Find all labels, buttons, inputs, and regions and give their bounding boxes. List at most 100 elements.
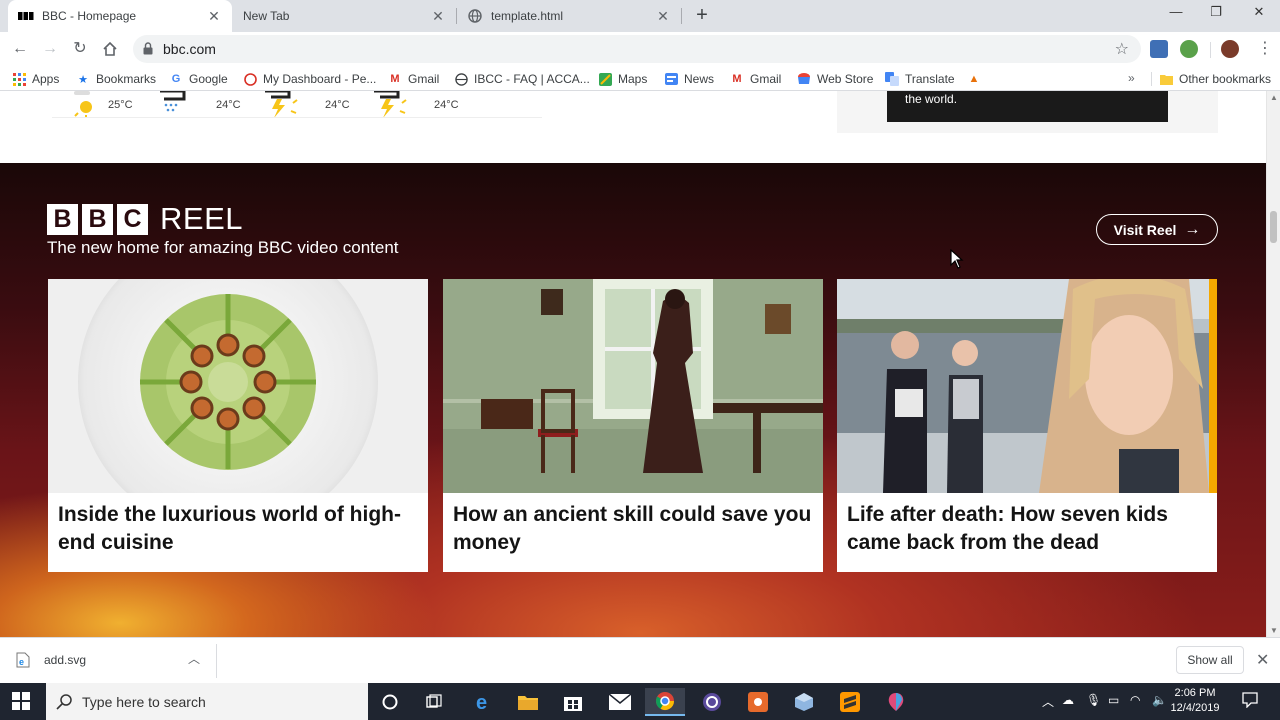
weather-temp: 24°C [434,99,459,111]
bookmark-apps[interactable]: Apps [12,70,59,88]
star-icon: ★ [78,73,88,86]
taskbar-search[interactable]: Type here to search [46,683,368,720]
bookmark-gmail-2[interactable]: M Gmail [730,70,781,88]
lock-icon [143,42,153,55]
bookmark-google[interactable]: G Google [169,70,228,88]
bookmark-bookmarks[interactable]: ★ Bookmarks [76,70,156,88]
promo-dark-block[interactable]: the world. [887,91,1168,122]
close-tab-icon[interactable]: ✕ [430,8,446,24]
minimize-button[interactable]: — [1164,4,1188,24]
store-icon[interactable] [553,688,593,716]
bookmark-label: Bookmarks [96,72,157,86]
tray-chevron-icon[interactable]: ︿ [1042,693,1054,710]
gmail-icon: M [732,73,742,85]
apps-grid-icon [12,72,26,86]
scroll-up-icon[interactable]: ▲ [1270,93,1278,102]
windows-start-icon[interactable] [12,692,30,710]
bookmark-translate[interactable]: Translate [885,70,955,88]
svg-text:e: e [19,657,24,667]
restore-button[interactable]: ❐ [1204,4,1228,24]
file-ie-icon: e [16,652,30,668]
forward-button[interactable]: → [38,38,62,60]
back-button[interactable]: ← [8,38,32,60]
clock-time: 2:06 PM [1174,687,1216,699]
bookmark-ibcc[interactable]: IBCC - FAQ | ACCA... [454,70,590,88]
cortana-icon[interactable] [370,688,410,716]
close-tab-icon[interactable]: ✕ [206,8,222,24]
extension-shield-icon[interactable] [1150,40,1168,58]
card-headline[interactable]: How an ancient skill could save you mone… [453,501,813,557]
reel-card[interactable]: Inside the luxurious world of high-end c… [48,279,428,572]
microphone-icon[interactable]: 🎙 [1086,693,1101,707]
close-window-button[interactable]: ✕ [1247,4,1271,24]
mail-icon[interactable] [600,688,640,716]
profile-avatar[interactable] [1221,40,1239,58]
app-orange-icon[interactable] [738,688,778,716]
tab-bbc-homepage[interactable]: BBC - Homepage ✕ [8,0,232,32]
bookmark-news[interactable]: News [664,70,714,88]
close-tab-icon[interactable]: ✕ [655,8,671,24]
arrow-right-icon: → [1184,220,1201,238]
chevron-up-icon[interactable]: ︿ [188,650,200,667]
visit-reel-button[interactable]: Visit Reel → [1096,214,1218,245]
card-headline[interactable]: Inside the luxurious world of high-end c… [58,501,418,557]
bookmark-other[interactable]: Other bookmarks [1159,70,1271,88]
bookmark-label: My Dashboard - Pe... [263,72,377,86]
app-balloon-icon[interactable] [876,688,916,716]
download-item[interactable]: e add.svg [16,652,86,668]
card-headline[interactable]: Life after death: How seven kids came ba… [847,501,1207,557]
new-tab-button[interactable]: + [692,5,712,26]
bbc-reel-section: B B C REEL The new home for amazing BBC … [0,163,1266,637]
bookmark-label: Web Store [817,72,874,86]
app-cube-icon[interactable] [784,688,824,716]
news-icon [664,72,678,86]
home-button[interactable] [98,38,122,60]
edge-icon[interactable]: e [463,688,503,716]
app-swirl-icon[interactable] [692,688,732,716]
rain-cloud-icon [160,91,186,112]
extension-globe-icon[interactable] [1180,40,1198,58]
notification-center-icon[interactable] [1242,692,1258,708]
globe-icon [467,8,483,24]
file-explorer-icon[interactable] [508,688,548,716]
taskbar-clock[interactable]: 2:06 PM 12/4/2019 [1160,686,1230,716]
wifi-icon[interactable]: ◠ [1130,693,1140,707]
bookmark-label: Maps [618,72,648,86]
sublime-text-icon[interactable] [830,688,870,716]
reload-button[interactable]: ↻ [68,38,92,60]
tab-new-tab[interactable]: New Tab ✕ [232,0,456,32]
chrome-icon[interactable] [645,688,685,716]
page-scrollbar[interactable]: ▲ ▼ [1266,91,1280,637]
battery-icon[interactable]: ▭ [1108,693,1119,707]
bookmark-flame[interactable]: ▲ [967,70,987,88]
tab-separator [681,8,682,24]
address-bar[interactable]: bbc.com ☆ [133,35,1141,63]
bbc-reel-logo[interactable]: B B C REEL [47,201,243,237]
bookmark-star-icon[interactable]: ☆ [1115,39,1129,59]
tab-template-html[interactable]: template.html ✕ [457,0,681,32]
bookmark-label: IBCC - FAQ | ACCA... [474,72,590,86]
bookmark-dashboard[interactable]: My Dashboard - Pe... [243,70,376,88]
reel-card[interactable]: How an ancient skill could save you mone… [443,279,823,572]
bookmark-label: Translate [905,72,955,86]
scroll-thumb[interactable] [1270,211,1277,243]
task-view-icon[interactable] [414,688,454,716]
gmail-icon: M [390,73,400,85]
scroll-down-icon[interactable]: ▼ [1270,626,1278,635]
close-icon[interactable]: ✕ [1256,650,1269,670]
promo-text: the world. [905,92,958,106]
show-all-button[interactable]: Show all [1176,646,1244,674]
bookmark-maps[interactable]: Maps [598,70,647,88]
menu-kebab-icon[interactable]: ⋮ [1253,38,1277,60]
tab-title: BBC - Homepage [42,9,137,23]
bookmarks-separator [1151,72,1152,86]
reel-card[interactable]: Life after death: How seven kids came ba… [837,279,1217,572]
bookmark-label: Google [189,72,228,86]
bookmark-label: Gmail [750,72,782,86]
bookmark-gmail[interactable]: M Gmail [388,70,439,88]
bookmark-label: Other bookmarks [1179,72,1272,86]
clock-date: 12/4/2019 [1170,702,1220,714]
bookmarks-overflow-icon[interactable]: » [1128,71,1135,85]
onedrive-icon[interactable]: ☁ [1062,693,1074,707]
bookmark-web-store[interactable]: Web Store [797,70,873,88]
